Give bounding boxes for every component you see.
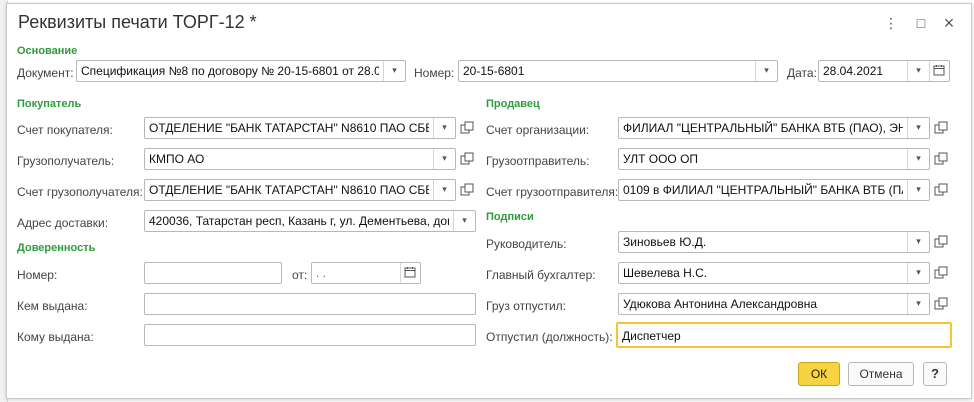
delivery-address-value: 420036, Татарстан респ, Казань г, ул. Де… [149, 214, 449, 228]
calendar-icon[interactable] [400, 263, 420, 283]
close-icon[interactable]: × [940, 14, 958, 32]
issued-to-input[interactable] [144, 324, 476, 346]
issued-to-label: Кому выдана: [17, 330, 94, 344]
proxy-date-field[interactable]: . . [311, 262, 421, 284]
proxy-date-value: . . [316, 266, 327, 280]
proxy-from-label: от: [292, 268, 308, 282]
open-icon[interactable] [457, 149, 477, 169]
head-field[interactable]: Зиновьев Ю.Д. ▾ [618, 231, 930, 253]
delivery-address-label: Адрес доставки: [17, 216, 109, 230]
proxy-number-input[interactable] [144, 262, 282, 284]
consignee-label: Грузополучатель: [17, 154, 115, 168]
date-field[interactable]: 28.04.2021 ▾ [818, 60, 950, 82]
position-label: Отпустил (должность): [486, 330, 613, 344]
released-field[interactable]: Удюкова Антонина Александровна ▾ [618, 293, 930, 315]
head-value: Зиновьев Ю.Д. [623, 235, 707, 249]
document-field[interactable]: Спецификация №8 по договору № 20-15-6801… [76, 60, 406, 82]
help-button[interactable]: ? [923, 362, 947, 386]
released-label: Груз отпустил: [486, 299, 567, 313]
position-value: Диспетчер [622, 329, 681, 343]
consignee-field[interactable]: КМПО АО ▾ [144, 148, 456, 170]
accountant-label: Главный бухгалтер: [486, 268, 596, 282]
released-value: Удюкова Антонина Александровна [623, 297, 818, 311]
org-account-field[interactable]: ФИЛИАЛ "ЦЕНТРАЛЬНЫЙ" БАНКА ВТБ (ПАО), ЭН… [618, 117, 930, 139]
shipper-account-label: Счет грузоотправителя: [486, 185, 619, 199]
position-input[interactable]: Диспетчер [616, 322, 952, 348]
calendar-icon[interactable] [929, 61, 949, 81]
open-icon[interactable] [931, 263, 951, 283]
proxy-number-label: Номер: [17, 268, 58, 282]
chevron-down-icon[interactable]: ▾ [907, 118, 929, 138]
document-value: Спецификация №8 по договору № 20-15-6801… [81, 64, 379, 78]
chevron-down-icon[interactable]: ▾ [383, 61, 405, 81]
dialog-title: Реквизиты печати ТОРГ-12 * [18, 12, 257, 32]
chevron-down-icon[interactable]: ▾ [907, 61, 929, 81]
chevron-down-icon[interactable]: ▾ [907, 180, 929, 200]
consignee-account-label: Счет грузополучателя: [17, 185, 143, 199]
accountant-value: Шевелева Н.С. [623, 266, 708, 280]
section-signatures: Подписи [486, 211, 534, 223]
open-icon[interactable] [931, 149, 951, 169]
section-proxy: Доверенность [17, 242, 96, 254]
buyer-account-field[interactable]: ОТДЕЛЕНИЕ "БАНК ТАТАРСТАН" N8610 ПАО СБЕ… [144, 117, 456, 139]
consignee-account-field[interactable]: ОТДЕЛЕНИЕ "БАНК ТАТАРСТАН" N8610 ПАО СБЕ… [144, 179, 456, 201]
delivery-address-field[interactable]: 420036, Татарстан респ, Казань г, ул. Де… [144, 210, 476, 232]
shipper-account-field[interactable]: 0109 в ФИЛИАЛ "ЦЕНТРАЛЬНЫЙ" БАНКА ВТБ (П… [618, 179, 930, 201]
section-basis: Основание [17, 45, 78, 57]
chevron-down-icon[interactable]: ▾ [453, 211, 475, 231]
consignee-account-value: ОТДЕЛЕНИЕ "БАНК ТАТАРСТАН" N8610 ПАО СБЕ… [149, 183, 429, 197]
shipper-account-value: 0109 в ФИЛИАЛ "ЦЕНТРАЛЬНЫЙ" БАНКА ВТБ (П… [623, 183, 903, 197]
section-seller: Продавец [486, 98, 540, 110]
chevron-down-icon[interactable]: ▾ [433, 149, 455, 169]
issued-by-label: Кем выдана: [17, 299, 88, 313]
chevron-down-icon[interactable]: ▾ [907, 263, 929, 283]
number-field[interactable]: 20-15-6801 ▾ [458, 60, 778, 82]
open-icon[interactable] [457, 180, 477, 200]
org-account-value: ФИЛИАЛ "ЦЕНТРАЛЬНЫЙ" БАНКА ВТБ (ПАО), ЭН… [623, 121, 903, 135]
chevron-down-icon[interactable]: ▾ [433, 180, 455, 200]
consignee-value: КМПО АО [149, 152, 205, 166]
more-icon[interactable]: ⋮ [882, 14, 900, 32]
maximize-icon[interactable]: □ [912, 14, 930, 32]
open-icon[interactable] [931, 118, 951, 138]
chevron-down-icon[interactable]: ▾ [433, 118, 455, 138]
ok-button[interactable]: ОК [798, 362, 840, 386]
chevron-down-icon[interactable]: ▾ [907, 294, 929, 314]
chevron-down-icon[interactable]: ▾ [907, 232, 929, 252]
date-value: 28.04.2021 [823, 64, 884, 78]
document-label: Документ: [17, 66, 74, 80]
issued-by-input[interactable] [144, 293, 476, 315]
shipper-field[interactable]: УЛТ ООО ОП ▾ [618, 148, 930, 170]
org-account-label: Счет организации: [486, 123, 590, 137]
cancel-button[interactable]: Отмена [848, 362, 914, 386]
buyer-account-value: ОТДЕЛЕНИЕ "БАНК ТАТАРСТАН" N8610 ПАО СБЕ… [149, 121, 429, 135]
number-label: Номер: [414, 66, 455, 80]
open-icon[interactable] [931, 232, 951, 252]
chevron-down-icon[interactable]: ▾ [907, 149, 929, 169]
open-icon[interactable] [457, 118, 477, 138]
section-buyer: Покупатель [17, 98, 82, 110]
open-icon[interactable] [931, 180, 951, 200]
shipper-value: УЛТ ООО ОП [623, 152, 699, 166]
number-value: 20-15-6801 [463, 64, 525, 78]
open-icon[interactable] [931, 294, 951, 314]
date-label: Дата: [787, 66, 817, 80]
shipper-label: Грузоотправитель: [486, 154, 590, 168]
chevron-down-icon[interactable]: ▾ [755, 61, 777, 81]
head-label: Руководитель: [486, 237, 567, 251]
accountant-field[interactable]: Шевелева Н.С. ▾ [618, 262, 930, 284]
buyer-account-label: Счет покупателя: [17, 123, 113, 137]
